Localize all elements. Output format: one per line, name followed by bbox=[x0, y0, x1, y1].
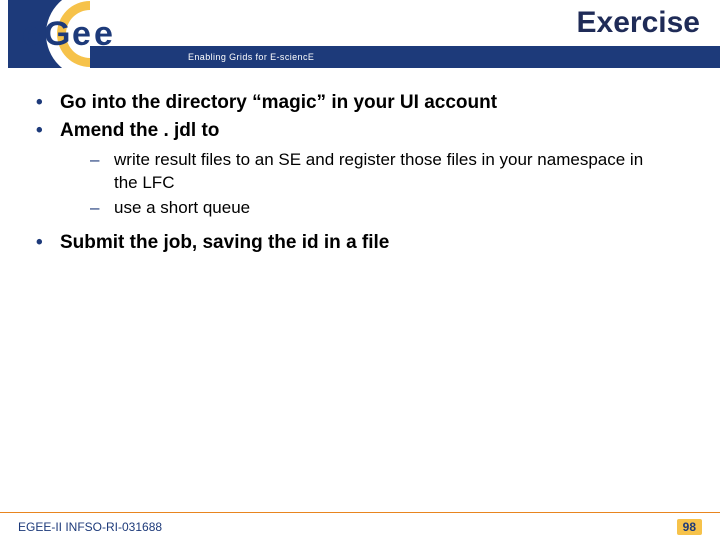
slide-content: Go into the directory “magic” in your UI… bbox=[0, 68, 720, 256]
slide-number: 98 bbox=[677, 519, 702, 535]
bullet-text: Amend the . jdl to bbox=[60, 120, 219, 141]
slide-footer: EGEE-II INFSO-RI-031688 98 bbox=[0, 512, 720, 540]
footer-reference: EGEE-II INFSO-RI-031688 bbox=[18, 520, 162, 534]
bullet-item: Submit the job, saving the id in a file bbox=[28, 230, 692, 256]
slide-title: Exercise bbox=[577, 6, 700, 40]
bullet-text: Submit the job, saving the id in a file bbox=[60, 232, 389, 253]
svg-text:G: G bbox=[44, 15, 70, 53]
svg-text:e: e bbox=[22, 15, 41, 53]
tagline-text: Enabling Grids for E-sciencE bbox=[176, 46, 720, 68]
bullet-text: Go into the directory “magic” in your UI… bbox=[60, 92, 497, 113]
sub-bullet-text: use a short queue bbox=[114, 198, 250, 217]
bullet-list: Go into the directory “magic” in your UI… bbox=[28, 90, 692, 256]
sub-bullet-item: write result files to an SE and register… bbox=[60, 149, 692, 195]
bullet-item: Amend the . jdl to write result files to… bbox=[28, 118, 692, 220]
egee-logo: e G e e bbox=[8, 0, 178, 68]
sub-bullet-text: write result files to an SE and register… bbox=[114, 150, 643, 192]
title-bar: Exercise bbox=[176, 0, 720, 46]
tagline-bar: Enabling Grids for E-sciencE bbox=[176, 46, 720, 68]
sub-bullet-item: use a short queue bbox=[60, 197, 692, 220]
bullet-item: Go into the directory “magic” in your UI… bbox=[28, 90, 692, 116]
svg-text:e: e bbox=[94, 15, 113, 53]
sub-bullet-list: write result files to an SE and register… bbox=[60, 149, 692, 220]
svg-text:e: e bbox=[72, 15, 91, 53]
slide-header: e G e e Exercise Enabling Grids for E-sc… bbox=[0, 0, 720, 68]
